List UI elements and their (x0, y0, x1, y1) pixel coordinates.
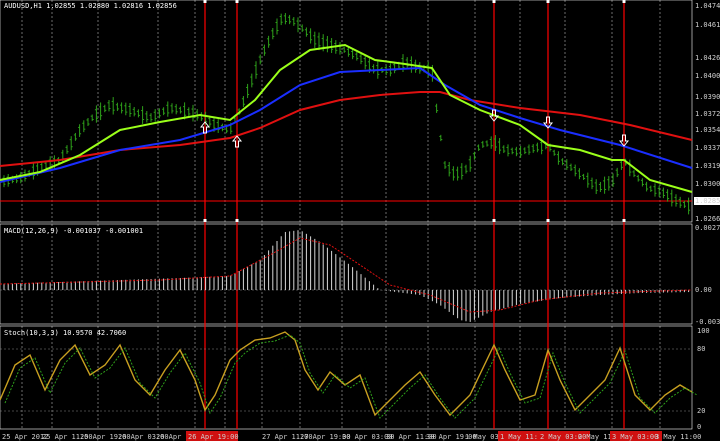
time-tick-label: 3 May 03:00 (612, 433, 658, 441)
price-tick-label: 1.03370 (695, 144, 720, 152)
stoch-tick-label: 0 (697, 423, 701, 431)
price-tick-label: 1.03905 (695, 93, 720, 101)
time-tick-label: 26 Apr 19:00 (188, 433, 239, 441)
price-axis: 1.04745 1.04615 1.04260 1.04000 1.03905 1.037… (694, 2, 720, 223)
signal-marker (235, 219, 239, 222)
price-tick-label: 1.04260 (695, 54, 720, 62)
time-axis: 25 Apr 201225 Apr 11:0025 Apr 19:0026 Ap… (2, 431, 701, 441)
signal-marker (622, 219, 626, 222)
signal-marker (235, 0, 239, 3)
price-tick-label: 1.02856 (695, 197, 720, 205)
macd-tick-label: 0.00 (695, 286, 712, 294)
signal-marker (546, 219, 550, 222)
signal-marker (622, 0, 626, 3)
price-tick-label: 1.04615 (695, 21, 720, 29)
signal-marker (203, 219, 207, 222)
indicator-axis: 0.00277 0.00 -0.00329100 80 20 0 (695, 224, 720, 431)
signal-marker (203, 0, 207, 3)
price-tick-label: 1.04000 (695, 72, 720, 80)
price-tick-label: 1.03190 (695, 162, 720, 170)
price-tick-label: 1.03725 (695, 110, 720, 118)
price-tick-label: 1.04745 (695, 2, 720, 10)
time-tick-label: 30 Apr 03:00 (342, 433, 393, 441)
signal-marker (492, 219, 496, 222)
trading-chart[interactable]: AUDUSD,H1 1.02855 1.02880 1.02816 1.0285… (0, 0, 720, 441)
macd-panel[interactable] (0, 223, 693, 325)
main-chart-title: AUDUSD,H1 1.02855 1.02880 1.02816 1.0285… (4, 2, 177, 10)
macd-tick-label: -0.00329 (695, 318, 720, 326)
stochastic-panel[interactable] (0, 325, 693, 430)
stoch-tick-label: 100 (697, 327, 710, 335)
stoch-title: Stoch(10,3,3) 10.9570 42.7060 (4, 329, 126, 337)
signal-marker (546, 0, 550, 3)
macd-tick-label: 0.00277 (695, 224, 720, 232)
macd-title: MACD(12,26,9) -0.001037 -0.001001 (4, 227, 143, 235)
main-price-panel[interactable] (0, 0, 693, 223)
signal-marker (492, 0, 496, 3)
price-tick-label: 1.02660 (695, 215, 720, 223)
time-tick-label: 3 May 11:00 (655, 433, 701, 441)
price-tick-label: 1.03005 (695, 180, 720, 188)
price-tick-label: 1.03540 (695, 126, 720, 134)
stoch-tick-label: 80 (697, 345, 705, 353)
stoch-tick-label: 20 (697, 407, 705, 415)
